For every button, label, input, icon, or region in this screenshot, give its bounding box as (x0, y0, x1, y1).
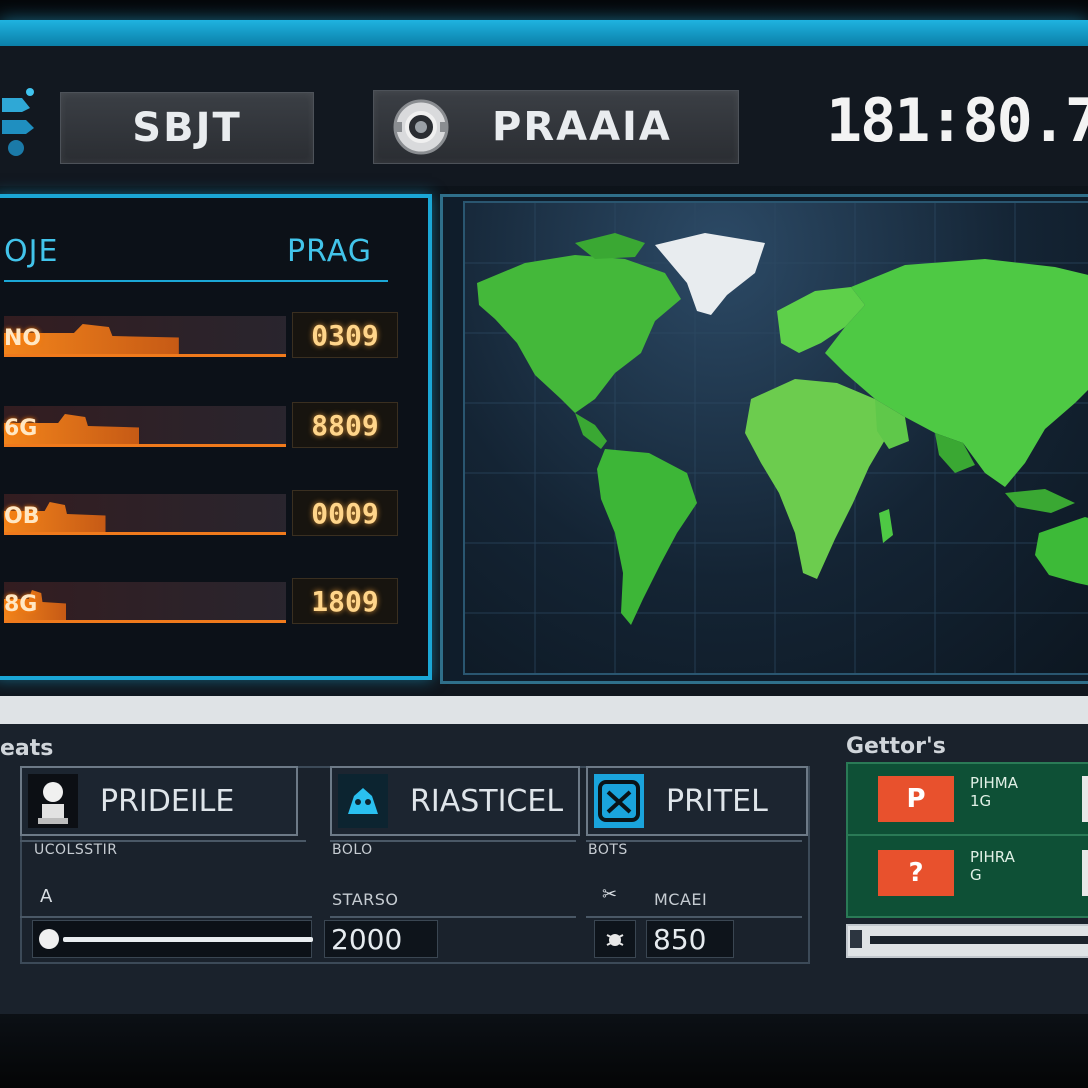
slider-line (63, 937, 314, 942)
south-america-landmass (597, 449, 697, 625)
actions-slider-track (870, 936, 1088, 944)
top-accent-bar (0, 20, 1088, 46)
actions-slider[interactable] (846, 924, 1088, 958)
world-map-panel[interactable] (440, 194, 1088, 684)
action-row[interactable]: ? PIHRA G (848, 838, 1088, 908)
start-button-label: SBJT (132, 105, 242, 151)
creature-icon (336, 772, 390, 830)
swords-icon: ✂ (602, 884, 618, 905)
section-divider (0, 696, 1088, 724)
stats-rule (20, 916, 312, 918)
leaderboard-bar: 6G (4, 406, 286, 447)
action-text-line: G (970, 866, 982, 884)
actions-title: Gettor's (846, 734, 946, 759)
field-mid-label: STARSO (332, 890, 399, 909)
leaderboard-header: OJE PRAG (4, 210, 388, 282)
action-row[interactable]: P PIHMA 1G (848, 764, 1088, 836)
north-america-landmass (477, 255, 681, 413)
leaderboard-row-label: 8G (4, 592, 38, 617)
field-left-label: A (40, 886, 53, 907)
leaderboard-bar: 8G (4, 582, 286, 623)
card-label: PRIDEILE (100, 784, 235, 819)
stats-rule (330, 916, 576, 918)
leaderboard-panel: OJE PRAG NO 0309 6G 8809 OB 0009 8G 1809 (0, 194, 432, 680)
pawn-icon (26, 772, 80, 830)
actions-slider-knob[interactable] (850, 930, 862, 948)
card-prideile[interactable]: PRIDEILE (20, 766, 298, 836)
world-map[interactable] (463, 201, 1088, 675)
action-text-line: 1G (970, 792, 992, 810)
card-pritel[interactable]: PRITEL (586, 766, 808, 836)
world-map-svg (465, 203, 1088, 673)
action-text: PIHRA G (970, 848, 1015, 884)
leaderboard-row[interactable]: 8G 1809 (4, 578, 416, 626)
leaderboard-col-right: PRAG (287, 234, 372, 269)
field-right-value[interactable]: 850 (646, 920, 734, 958)
stats-rule (586, 916, 802, 918)
ship-logo-icon (0, 78, 40, 168)
leaderboard-row[interactable]: 6G 8809 (4, 402, 416, 450)
shield-icon (592, 772, 646, 830)
prama-button-label: PRAAIA (492, 104, 672, 150)
game-clock: 181:80.7 (826, 86, 1088, 156)
leaderboard-score: 8809 (292, 402, 398, 448)
leaderboard-col-left: OJE (4, 234, 59, 269)
leaderboard-bar: OB (4, 494, 286, 535)
field-mid-value[interactable]: 2000 (324, 920, 438, 958)
australia-landmass (1035, 517, 1088, 586)
africa-landmass (745, 379, 889, 579)
stats-title: eats (0, 736, 54, 761)
sublabel: BOTS (588, 842, 628, 858)
leaderboard-score: 0009 (292, 490, 398, 536)
prama-button[interactable]: PRAAIA (373, 90, 739, 164)
action-button[interactable]: P (878, 776, 954, 822)
leaderboard-row-label: NO (4, 326, 42, 351)
action-edge (1082, 776, 1088, 822)
slider-knob[interactable] (39, 929, 59, 949)
card-riasticel[interactable]: RIASTICEL (330, 766, 580, 836)
sublabel: BOLO (332, 842, 373, 858)
leaderboard-bar: NO (4, 316, 286, 357)
sublabel: UCOLSSTIR (34, 842, 118, 858)
action-text-line: PIHMA (970, 774, 1018, 792)
bug-icon[interactable] (594, 920, 636, 958)
diving-helmet-icon (386, 92, 456, 162)
actions-panel: P PIHMA 1G ? PIHRA G (846, 762, 1088, 918)
field-right-label: MCAEI (654, 890, 708, 909)
leaderboard-score: 0309 (292, 312, 398, 358)
action-text: PIHMA 1G (970, 774, 1018, 810)
card-label: PRITEL (666, 784, 768, 819)
action-text-line: PIHRA (970, 848, 1015, 866)
start-button[interactable]: SBJT (60, 92, 314, 164)
action-edge (1082, 850, 1088, 896)
leaderboard-row[interactable]: OB 0009 (4, 490, 416, 538)
leaderboard-row[interactable]: NO 0309 (4, 312, 416, 360)
leaderboard-score: 1809 (292, 578, 398, 624)
leaderboard-row-label: 6G (4, 416, 38, 441)
game-screen: SBJT PRAAIA 181:80.7 OJE PRAG NO 0309 6G… (0, 0, 1088, 1088)
stats-slider[interactable] (32, 920, 314, 958)
action-button[interactable]: ? (878, 850, 954, 896)
card-label: RIASTICEL (410, 784, 564, 819)
leaderboard-row-label: OB (4, 504, 40, 529)
